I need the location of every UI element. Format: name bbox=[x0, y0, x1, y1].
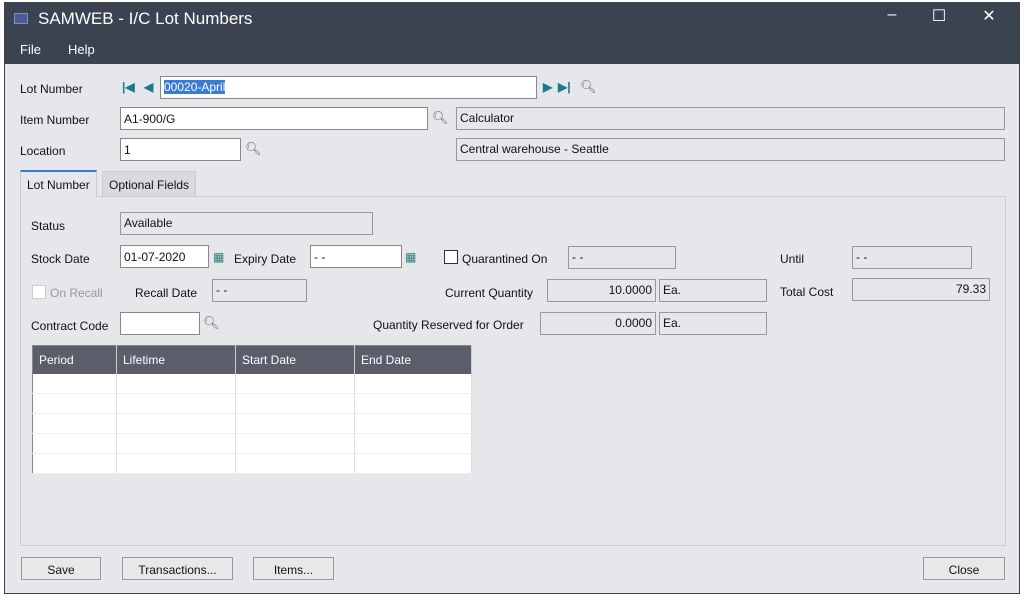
stock-date-input[interactable]: 01-07-2020 bbox=[120, 245, 209, 268]
quantity-reserved-uom: Ea. bbox=[659, 312, 767, 335]
quarantined-label: Quarantined On bbox=[462, 252, 548, 266]
contract-code-input[interactable] bbox=[120, 312, 200, 335]
table-row[interactable] bbox=[32, 453, 472, 474]
lot-number-label: Lot Number bbox=[20, 82, 83, 96]
location-finder-icon[interactable]: 🔍︎ bbox=[245, 141, 262, 157]
table-cell[interactable] bbox=[354, 413, 472, 434]
table-row[interactable] bbox=[32, 373, 472, 394]
lot-number-value: 00020-April bbox=[164, 80, 226, 94]
recall-date-value: - - bbox=[212, 279, 307, 302]
save-button[interactable]: Save bbox=[21, 557, 101, 580]
menu-help[interactable]: Help bbox=[68, 42, 95, 57]
maximize-button[interactable]: ☐ bbox=[924, 6, 954, 26]
previous-record-icon[interactable]: ◀ bbox=[144, 80, 153, 94]
quarantined-date: - - bbox=[568, 246, 676, 269]
table-row[interactable] bbox=[32, 393, 472, 414]
tab-lot-number[interactable]: Lot Number bbox=[20, 170, 97, 197]
contract-code-label: Contract Code bbox=[31, 319, 109, 333]
tab-optional-fields[interactable]: Optional Fields bbox=[102, 171, 197, 197]
table-cell[interactable] bbox=[354, 393, 472, 414]
minimize-button[interactable]: – bbox=[877, 6, 907, 24]
item-finder-icon[interactable]: 🔍︎ bbox=[432, 110, 449, 126]
column-header-lifetime[interactable]: Lifetime bbox=[116, 345, 236, 374]
transactions-button[interactable]: Transactions... bbox=[122, 557, 233, 580]
close-button[interactable]: Close bbox=[923, 557, 1005, 580]
close-window-button[interactable]: ✕ bbox=[974, 6, 1004, 26]
until-date: - - bbox=[852, 246, 972, 269]
table-cell[interactable] bbox=[32, 393, 117, 414]
location-description: Central warehouse - Seattle bbox=[456, 138, 1005, 161]
table-cell[interactable] bbox=[235, 373, 355, 394]
table-cell[interactable] bbox=[32, 433, 117, 454]
current-quantity-value: 10.0000 bbox=[547, 279, 656, 302]
table-cell[interactable] bbox=[116, 433, 236, 454]
items-button[interactable]: Items... bbox=[253, 557, 334, 580]
table-cell[interactable] bbox=[116, 393, 236, 414]
table-cell[interactable] bbox=[32, 373, 117, 394]
location-input[interactable]: 1 bbox=[120, 138, 241, 161]
item-description: Calculator bbox=[456, 107, 1005, 130]
table-cell[interactable] bbox=[354, 433, 472, 454]
app-icon bbox=[14, 13, 28, 24]
table-cell[interactable] bbox=[235, 453, 355, 474]
table-cell[interactable] bbox=[116, 373, 236, 394]
table-cell[interactable] bbox=[116, 453, 236, 474]
expiry-date-calendar-icon[interactable]: ▦ bbox=[405, 250, 416, 264]
column-header-start-date[interactable]: Start Date bbox=[235, 345, 355, 374]
stock-date-label: Stock Date bbox=[31, 252, 90, 266]
table-cell[interactable] bbox=[116, 413, 236, 434]
quarantined-checkbox[interactable] bbox=[444, 250, 458, 264]
window-title: SAMWEB - I/C Lot Numbers bbox=[38, 9, 253, 28]
current-quantity-uom: Ea. bbox=[659, 279, 767, 302]
until-label: Until bbox=[780, 252, 805, 266]
expiry-date-label: Expiry Date bbox=[234, 252, 297, 266]
total-cost-value: 79.33 bbox=[852, 278, 990, 301]
item-number-input[interactable]: A1-900/G bbox=[120, 107, 428, 130]
on-recall-checkbox[interactable] bbox=[32, 285, 46, 299]
next-record-icon[interactable]: ▶ bbox=[543, 80, 552, 94]
stock-date-calendar-icon[interactable]: ▦ bbox=[213, 250, 224, 264]
table-row[interactable] bbox=[32, 413, 472, 434]
quantity-reserved-value: 0.0000 bbox=[540, 312, 656, 335]
column-header-end-date[interactable]: End Date bbox=[354, 345, 472, 374]
contract-periods-table: Period Lifetime Start Date End Date bbox=[32, 345, 472, 474]
last-record-icon[interactable]: ▶| bbox=[558, 80, 571, 94]
first-record-icon[interactable]: |◀ bbox=[122, 80, 135, 94]
on-recall-label: On Recall bbox=[50, 286, 103, 300]
status-label: Status bbox=[31, 219, 66, 233]
column-header-period[interactable]: Period bbox=[32, 345, 117, 374]
table-cell[interactable] bbox=[235, 413, 355, 434]
table-cell[interactable] bbox=[235, 393, 355, 414]
location-label: Location bbox=[20, 144, 66, 158]
table-cell[interactable] bbox=[354, 453, 472, 474]
expiry-date-input[interactable]: - - bbox=[310, 245, 402, 268]
current-quantity-label: Current Quantity bbox=[445, 286, 534, 300]
lot-number-input[interactable]: 00020-April bbox=[160, 76, 537, 99]
recall-date-label: Recall Date bbox=[135, 286, 198, 300]
table-row[interactable] bbox=[32, 433, 472, 454]
table-cell[interactable] bbox=[354, 373, 472, 394]
table-cell[interactable] bbox=[32, 413, 117, 434]
menu-file[interactable]: File bbox=[20, 42, 41, 57]
lot-finder-icon[interactable]: 🔍︎ bbox=[580, 79, 597, 95]
item-number-label: Item Number bbox=[20, 113, 90, 127]
table-cell[interactable] bbox=[32, 453, 117, 474]
table-cell[interactable] bbox=[235, 433, 355, 454]
quantity-reserved-label: Quantity Reserved for Order bbox=[373, 318, 524, 332]
status-value: Available bbox=[120, 212, 373, 235]
total-cost-label: Total Cost bbox=[780, 285, 834, 299]
contract-code-finder-icon[interactable]: 🔍︎ bbox=[203, 315, 220, 331]
